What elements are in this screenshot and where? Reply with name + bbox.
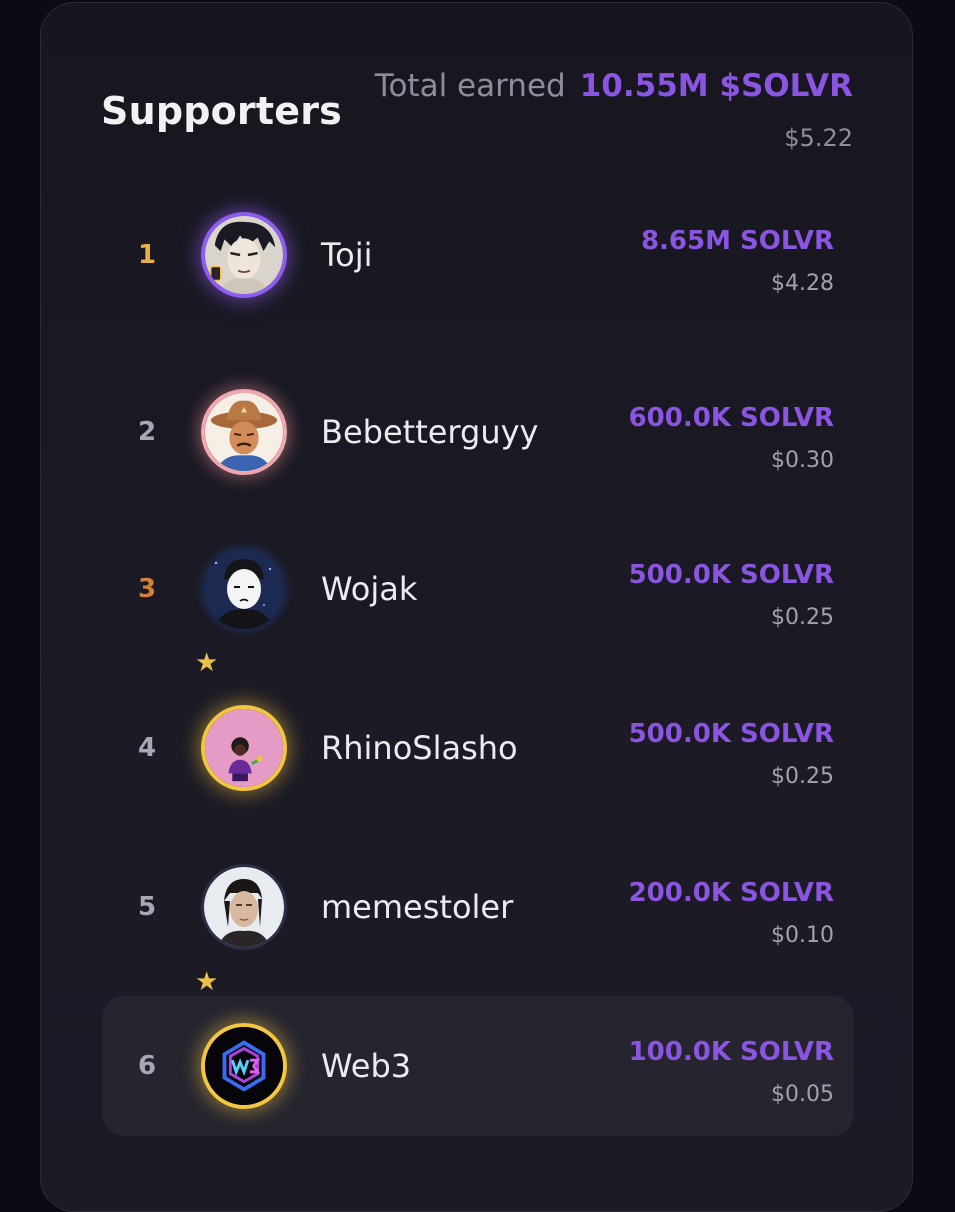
avatar[interactable] (201, 546, 287, 632)
supporter-usd: $0.05 (771, 1082, 834, 1107)
total-earned-usd: $5.22 (784, 124, 853, 152)
supporter-usd: $0.30 (771, 448, 834, 473)
supporter-amount: 200.0K SOLVR (628, 878, 834, 908)
avatar[interactable] (201, 212, 287, 298)
rank-number: 1 (138, 240, 157, 270)
rank-number: 2 (138, 417, 157, 447)
supporter-row-highlighted[interactable]: 6 Web3 100.0K SOLVR $0.05 (102, 996, 854, 1136)
rank-number: 4 (138, 733, 157, 763)
avatar[interactable] (201, 389, 287, 475)
rank-number: 3 (138, 574, 157, 604)
supporter-name: Bebetterguyy (321, 413, 539, 451)
avatar[interactable] (201, 705, 287, 791)
supporter-row[interactable]: 2 Bebetterguyy 600.0K SOLVR $0.30 (102, 362, 854, 502)
card-title: Supporters (101, 89, 342, 133)
supporter-name: Toji (321, 236, 373, 274)
avatar[interactable] (201, 864, 287, 950)
star-icon: ★ (195, 648, 219, 678)
supporter-name: Web3 (321, 1047, 412, 1085)
total-earned-value: 10.55M $SOLVR (579, 68, 853, 104)
supporter-usd: $0.25 (771, 764, 834, 789)
total-earned-label: Total earned (374, 68, 566, 104)
supporter-row[interactable]: 5 memestoler 200.0K SOLVR $0.10 (102, 837, 854, 977)
total-earned: Total earned 10.55M $SOLVR (375, 68, 853, 104)
supporter-amount: 8.65M SOLVR (640, 226, 834, 256)
supporter-usd: $0.10 (771, 923, 834, 948)
supporter-row[interactable]: 4 RhinoSlasho 500.0K SOLVR $0.25 (102, 678, 854, 818)
supporter-name: RhinoSlasho (321, 729, 518, 767)
supporter-name: Wojak (321, 570, 418, 608)
supporter-row[interactable]: 3 Wojak 500.0K SOLVR $0.25 (102, 519, 854, 659)
supporter-name: memestoler (321, 888, 514, 926)
supporter-amount: 600.0K SOLVR (628, 403, 834, 433)
avatar[interactable] (201, 1023, 287, 1109)
rank-number: 6 (138, 1051, 157, 1081)
supporter-amount: 500.0K SOLVR (628, 560, 834, 590)
supporter-usd: $0.25 (771, 605, 834, 630)
supporter-usd: $4.28 (771, 271, 834, 296)
supporter-amount: 100.0K SOLVR (628, 1037, 834, 1067)
star-icon: ★ (195, 967, 219, 997)
supporter-amount: 500.0K SOLVR (628, 719, 834, 749)
supporter-row[interactable]: 1 Toji 8.65M SOLVR $4.28 (102, 185, 854, 325)
rank-number: 5 (138, 892, 157, 922)
